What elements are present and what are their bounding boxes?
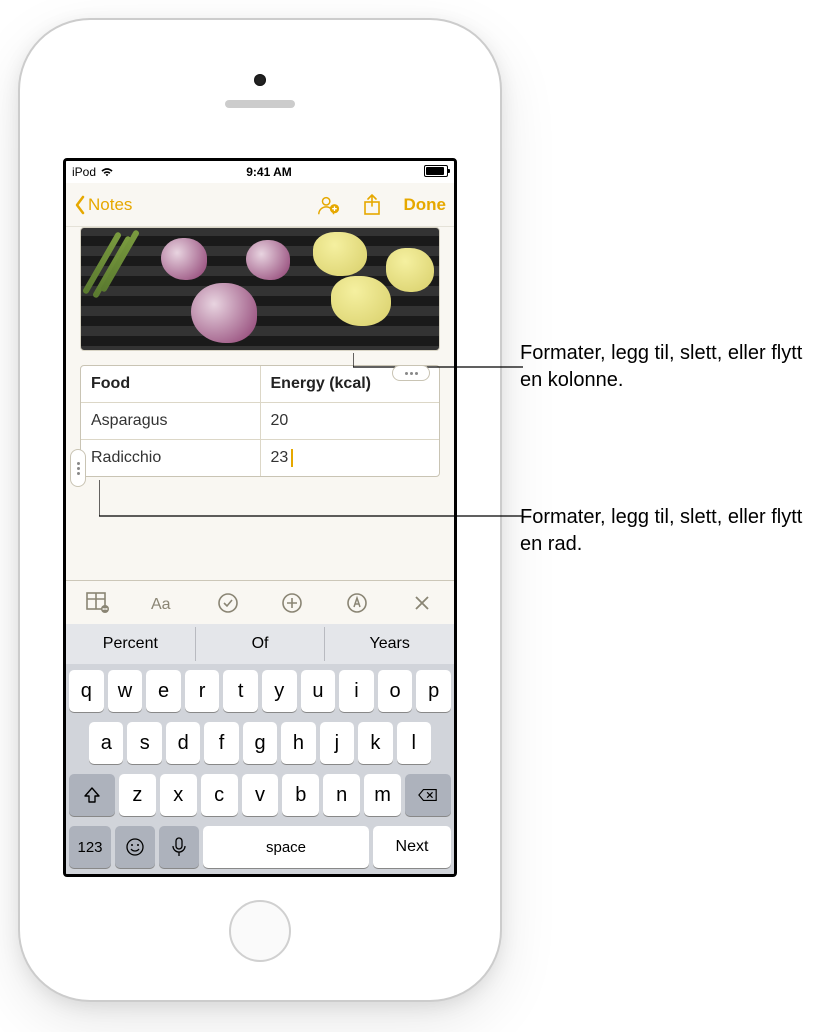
home-button[interactable] [229, 900, 291, 962]
add-people-button[interactable] [316, 193, 340, 217]
emoji-icon [125, 837, 145, 857]
table-cell[interactable]: 20 [260, 403, 440, 439]
key-j[interactable]: j [320, 722, 354, 764]
key-space[interactable]: space [203, 826, 369, 868]
callouts: Formater, legg til, slett, eller flytt e… [520, 340, 820, 668]
key-v[interactable]: v [242, 774, 279, 816]
share-icon [363, 194, 381, 216]
speaker-grill-icon [225, 100, 295, 108]
key-q[interactable]: q [69, 670, 104, 712]
key-o[interactable]: o [378, 670, 413, 712]
callout-leader-column [353, 353, 523, 381]
markup-button[interactable] [343, 589, 371, 617]
chevron-left-icon [74, 195, 86, 215]
key-p[interactable]: p [416, 670, 451, 712]
svg-text:Aa: Aa [151, 596, 171, 613]
person-plus-icon [316, 194, 340, 216]
text-cursor-icon [291, 449, 293, 467]
backspace-icon [418, 785, 438, 805]
key-i[interactable]: i [339, 670, 374, 712]
key-a[interactable]: a [89, 722, 123, 764]
callout-row: Formater, legg til, slett, eller flytt e… [520, 504, 820, 558]
callout-column: Formater, legg til, slett, eller flytt e… [520, 340, 820, 394]
key-s[interactable]: s [127, 722, 161, 764]
checklist-button[interactable] [214, 589, 242, 617]
row-handle[interactable] [70, 449, 86, 487]
key-e[interactable]: e [146, 670, 181, 712]
key-r[interactable]: r [185, 670, 220, 712]
key-numbers[interactable]: 123 [69, 826, 111, 868]
markup-icon [346, 592, 368, 614]
table-cell[interactable]: Radicchio [81, 440, 260, 476]
keyboard: q w e r t y u i o p a s d f g h [66, 664, 454, 874]
close-button[interactable] [408, 589, 436, 617]
note-photo[interactable] [80, 227, 440, 351]
table-cell-active[interactable]: 23 [260, 440, 440, 476]
key-t[interactable]: t [223, 670, 258, 712]
shift-icon [82, 785, 102, 805]
aa-icon: Aa [151, 593, 175, 613]
key-b[interactable]: b [282, 774, 319, 816]
column-handle[interactable] [392, 365, 430, 381]
key-c[interactable]: c [201, 774, 238, 816]
share-button[interactable] [360, 193, 384, 217]
microphone-icon [172, 837, 186, 857]
key-k[interactable]: k [358, 722, 392, 764]
callout-leader-row [99, 480, 523, 520]
front-camera-icon [254, 74, 266, 86]
column-header[interactable]: Food [81, 366, 260, 402]
key-emoji[interactable] [115, 826, 155, 868]
battery-indicator [424, 165, 448, 180]
back-button[interactable]: Notes [74, 195, 132, 215]
done-button[interactable]: Done [404, 195, 447, 215]
key-h[interactable]: h [281, 722, 315, 764]
back-label: Notes [88, 195, 132, 215]
key-w[interactable]: w [108, 670, 143, 712]
key-l[interactable]: l [397, 722, 431, 764]
table-row: Radicchio 23 [81, 439, 439, 476]
table-row: Asparagus 20 [81, 402, 439, 439]
checkmark-circle-icon [217, 592, 239, 614]
key-n[interactable]: n [323, 774, 360, 816]
table-format-button[interactable] [84, 589, 112, 617]
plus-circle-icon [281, 592, 303, 614]
close-icon [413, 594, 431, 612]
key-backspace[interactable] [405, 774, 451, 816]
note-content: Food Energy (kcal) Asparagus 20 Radicchi… [66, 227, 454, 624]
text-format-button[interactable]: Aa [149, 589, 177, 617]
key-m[interactable]: m [364, 774, 401, 816]
table-cell[interactable]: Asparagus [81, 403, 260, 439]
clock: 9:41 AM [246, 165, 292, 179]
key-f[interactable]: f [204, 722, 238, 764]
note-table[interactable]: Food Energy (kcal) Asparagus 20 Radicchi… [80, 365, 440, 477]
key-g[interactable]: g [243, 722, 277, 764]
key-dictation[interactable] [159, 826, 199, 868]
suggestion-1[interactable]: Percent [66, 627, 195, 661]
key-y[interactable]: y [262, 670, 297, 712]
key-x[interactable]: x [160, 774, 197, 816]
device-label: iPod [72, 165, 96, 179]
format-toolbar: Aa [66, 580, 454, 624]
wifi-icon [100, 167, 114, 177]
add-attachment-button[interactable] [278, 589, 306, 617]
key-u[interactable]: u [301, 670, 336, 712]
key-shift[interactable] [69, 774, 115, 816]
nav-bar: Notes [66, 183, 454, 227]
key-d[interactable]: d [166, 722, 200, 764]
table-icon [86, 592, 110, 614]
key-next[interactable]: Next [373, 826, 451, 868]
quicktype-bar: Percent Of Years [66, 624, 454, 664]
suggestion-2[interactable]: Of [195, 627, 325, 661]
suggestion-3[interactable]: Years [324, 627, 454, 661]
status-bar: iPod 9:41 AM [66, 161, 454, 183]
key-z[interactable]: z [119, 774, 156, 816]
